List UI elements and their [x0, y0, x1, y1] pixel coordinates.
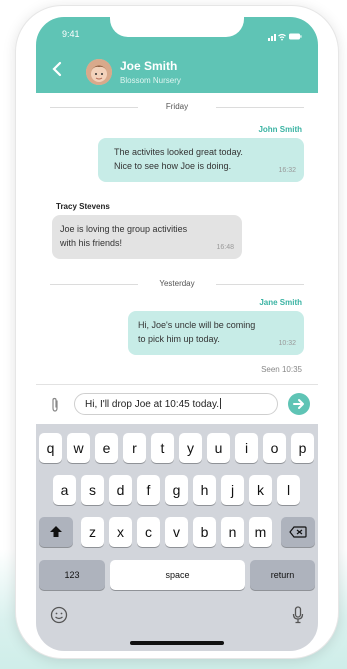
day-separator: Friday [36, 101, 318, 113]
key-c[interactable]: c [137, 517, 160, 547]
contact-name[interactable]: Joe Smith [120, 59, 177, 73]
message-text: Hi, Joe's uncle will be coming [138, 320, 256, 330]
message-text: Nice to see how Joe is doing. [114, 161, 232, 171]
status-icons [268, 28, 302, 46]
keyboard: q w e r t y u i o p a s d f g h j k l z … [36, 424, 318, 651]
paperclip-icon[interactable] [50, 397, 60, 418]
day-label: Yesterday [159, 279, 195, 288]
numbers-key[interactable]: 123 [39, 560, 105, 590]
message-sender: Tracy Stevens [56, 202, 110, 211]
key-u[interactable]: u [207, 433, 230, 463]
message-sender: John Smith [258, 125, 302, 134]
key-a[interactable]: a [53, 475, 76, 505]
message-text: The activites looked great today. [114, 147, 243, 157]
message-text: with his friends! [60, 238, 123, 248]
key-w[interactable]: w [67, 433, 90, 463]
key-e[interactable]: e [95, 433, 118, 463]
message-input[interactable]: Hi, I'll drop Joe at 10:45 today. [74, 393, 278, 415]
message-text: Joe is loving the group activities [60, 224, 188, 234]
avatar[interactable] [86, 59, 112, 85]
message-time: 16:32 [278, 167, 296, 174]
key-j[interactable]: j [221, 475, 244, 505]
key-r[interactable]: r [123, 433, 146, 463]
key-x[interactable]: x [109, 517, 132, 547]
key-t[interactable]: t [151, 433, 174, 463]
backspace-icon [289, 526, 307, 538]
microphone-icon[interactable] [292, 606, 304, 629]
key-q[interactable]: q [39, 433, 62, 463]
contact-subtitle: Blossom Nursery [120, 76, 181, 85]
shift-key[interactable] [39, 517, 73, 547]
day-label: Friday [165, 102, 189, 111]
message-time: 16:48 [216, 244, 234, 251]
message-bubble-outgoing[interactable]: Hi, Joe's uncle will be coming to pick h… [128, 311, 304, 355]
key-n[interactable]: n [221, 517, 244, 547]
status-time: 9:41 [62, 29, 80, 39]
seen-receipt: Seen 10:35 [261, 365, 302, 374]
message-composer: Hi, I'll drop Joe at 10:45 today. [36, 384, 318, 425]
message-bubble-incoming[interactable]: Joe is loving the group activities with … [52, 215, 242, 259]
key-l[interactable]: l [277, 475, 300, 505]
key-b[interactable]: b [193, 517, 216, 547]
emoji-icon[interactable] [50, 606, 68, 629]
key-z[interactable]: z [81, 517, 104, 547]
signal-icon [268, 34, 276, 41]
battery-icon [289, 33, 302, 40]
message-time: 10:32 [278, 340, 296, 347]
key-m[interactable]: m [249, 517, 272, 547]
home-indicator[interactable] [130, 641, 224, 645]
message-text: to pick him up today. [138, 334, 220, 344]
day-separator: Yesterday [36, 278, 318, 290]
return-key[interactable]: return [250, 560, 315, 590]
message-input-text: Hi, I'll drop Joe at 10:45 today. [85, 399, 220, 410]
key-o[interactable]: o [263, 433, 286, 463]
key-g[interactable]: g [165, 475, 188, 505]
chat-header: 9:41 Joe Smith Blossom Nursery [36, 17, 318, 93]
back-chevron-icon[interactable] [52, 61, 62, 78]
key-s[interactable]: s [81, 475, 104, 505]
key-v[interactable]: v [165, 517, 188, 547]
shift-icon [50, 526, 62, 537]
key-h[interactable]: h [193, 475, 216, 505]
backspace-key[interactable] [281, 517, 315, 547]
key-y[interactable]: y [179, 433, 202, 463]
space-key[interactable]: space [110, 560, 245, 590]
key-p[interactable]: p [291, 433, 314, 463]
send-icon[interactable] [288, 393, 310, 415]
wifi-icon [278, 33, 286, 41]
phone-screen: 9:41 Joe Smith Blossom Nursery Friday Jo… [36, 17, 318, 651]
phone-notch [110, 17, 244, 37]
message-sender: Jane Smith [259, 298, 302, 307]
key-i[interactable]: i [235, 433, 258, 463]
key-d[interactable]: d [109, 475, 132, 505]
key-k[interactable]: k [249, 475, 272, 505]
message-bubble-outgoing[interactable]: The activites looked great today. Nice t… [98, 138, 304, 182]
key-f[interactable]: f [137, 475, 160, 505]
